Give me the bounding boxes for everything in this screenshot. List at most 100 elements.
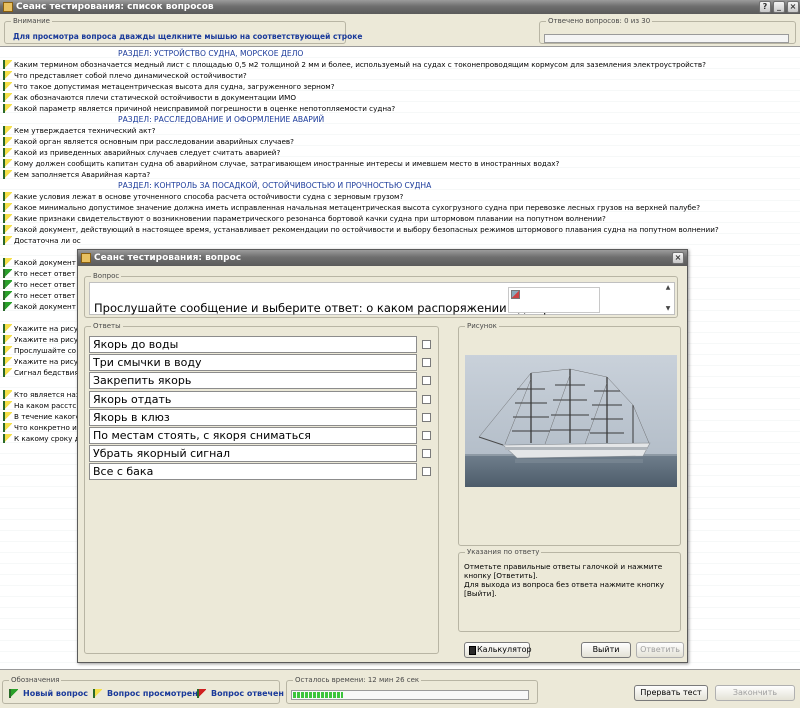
answer-text[interactable]: Якорь в клюз [89,408,417,426]
question-row-text: Что конкретно и [14,423,77,432]
question-box: Вопрос Прослушайте сообщение и выберите … [84,271,678,318]
question-row-text: Кем заполняется Аварийная карта? [14,170,151,179]
main-titlebar[interactable]: Сеанс тестирования: список вопросов ? _ … [0,0,800,14]
time-box: Осталось времени: 12 мин 26 сек [286,675,538,704]
question-row-text: Какой документ [14,302,76,311]
answer-option[interactable]: Якорь до воды [89,336,437,353]
green-flag-icon [3,269,12,278]
question-row[interactable]: Как обозначаются плечи статической остой… [0,92,800,103]
answer-text[interactable]: Якорь отдать [89,390,417,408]
question-row[interactable]: Какой параметр является причиной неиспра… [0,103,800,114]
calculator-icon [469,646,476,655]
answer-checkbox[interactable] [422,449,431,459]
question-row[interactable]: Какой орган является основным при рассле… [0,136,800,147]
question-row-text: К какому сроку д [14,434,80,443]
attention-box: Внимание Для просмотра вопроса дважды ще… [4,16,362,44]
hint-box: Указания по ответу Отметьте правильные о… [458,547,681,632]
answer-checkbox[interactable] [422,340,431,349]
yellow-flag-icon [93,689,102,698]
question-row-text: Кому должен сообщить капитан судна об ав… [14,159,560,168]
question-row-text: Какой орган является основным при рассле… [14,137,294,146]
calculator-label: Калькулятор [477,645,532,654]
answer-option[interactable]: Якорь отдать [89,390,437,408]
legend-answered-label: Вопрос отвечен [211,689,284,698]
question-legend: Вопрос [91,271,122,281]
legend-new: Новый вопрос [9,689,88,698]
green-flag-icon [3,291,12,300]
question-row[interactable]: Достаточна ли ос [0,235,800,246]
answer-text[interactable]: Три смычки в воду [89,354,417,372]
answer-option[interactable]: Якорь в клюз [89,408,437,426]
question-row[interactable]: Какие признаки свидетельствуют о возникн… [0,213,800,224]
help-icon[interactable]: ? [759,1,771,13]
legend-viewed: Вопрос просмотрен [93,689,198,698]
question-row[interactable]: Что представляет собой плечо динамическо… [0,70,800,81]
answer-text[interactable]: Убрать якорный сигнал [89,445,417,463]
question-row[interactable]: Что такое допустимая метацентрическая вы… [0,81,800,92]
question-row-text: Укажите на рису [14,357,78,366]
yellow-flag-icon [3,346,12,355]
exit-button[interactable]: Выйти [581,642,631,658]
green-flag-icon [3,280,12,289]
yellow-flag-icon [3,159,12,168]
question-media[interactable] [508,287,600,313]
answer-text[interactable]: По местам стоять, с якоря сниматься [89,427,417,444]
dialog-close-icon[interactable]: × [672,252,684,264]
hint-line: Для выхода из вопроса без ответа нажмите… [464,580,665,598]
question-row-text: Что представляет собой плечо динамическо… [14,71,247,80]
question-row-text: Что такое допустимая метацентрическая вы… [14,82,335,91]
answer-option[interactable]: Убрать якорный сигнал [89,445,437,463]
yellow-flag-icon [3,71,12,80]
yellow-flag-icon [3,60,12,69]
question-row[interactable]: Кому должен сообщить капитан судна об ав… [0,158,800,169]
calculator-button[interactable]: Калькулятор [464,642,532,658]
close-icon[interactable]: × [787,1,799,13]
answer-checkbox[interactable] [422,358,431,368]
scroll-down-icon[interactable]: ▼ [664,305,672,313]
attention-legend: Внимание [11,16,52,26]
answer-option[interactable]: Закрепить якорь [89,372,437,390]
answer-text[interactable]: Все с бака [89,463,417,481]
dialog-titlebar[interactable]: Сеанс тестирования: вопрос × [78,250,687,266]
question-text: Прослушайте сообщение и выберите ответ: … [94,301,578,315]
abort-test-button[interactable]: Прервать тест [634,685,708,701]
question-row[interactable]: Каким термином обозначается медный лист … [0,59,800,70]
question-row-text: Какой из приведенных аварийных случаев с… [14,148,281,157]
yellow-flag-icon [3,236,12,245]
scroll-up-icon[interactable]: ▲ [664,284,672,292]
hint-line: Отметьте правильные ответы галочкой и на… [464,562,663,580]
question-row[interactable]: Какие условия лежат в основе уточненного… [0,191,800,202]
answer-checkbox[interactable] [422,394,431,404]
question-row-text: Кто несет ответ [14,269,76,278]
question-row[interactable]: Какой документ, действующий в настоящее … [0,224,800,235]
green-flag-icon [9,689,18,698]
question-row[interactable]: Кем заполняется Аварийная карта? [0,169,800,180]
question-field: Прослушайте сообщение и выберите ответ: … [89,282,675,315]
yellow-flag-icon [3,170,12,179]
question-row-text: На каком расстс [14,401,77,410]
yellow-flag-icon [3,335,12,344]
dialog-title: Сеанс тестирования: вопрос [94,253,242,263]
question-row[interactable]: Какой из приведенных аварийных случаев с… [0,147,800,158]
answer-checkbox[interactable] [422,376,431,386]
yellow-flag-icon [3,324,12,333]
minimize-icon[interactable]: _ [773,1,785,13]
answered-box: Отвечено вопросов: 0 из 30 [539,16,796,44]
question-row[interactable]: Кем утверждается технический акт? [0,125,800,136]
answer-checkbox[interactable] [422,412,431,422]
answer-text[interactable]: Закрепить якорь [89,372,417,390]
question-row[interactable]: Какое минимально допустимое значение дол… [0,202,800,213]
answer-text[interactable]: Якорь до воды [89,336,417,353]
yellow-flag-icon [3,357,12,366]
yellow-flag-icon [3,214,12,223]
yellow-flag-icon [3,82,12,91]
answer-button[interactable]: Ответить [636,642,684,658]
answer-checkbox[interactable] [422,467,431,477]
yellow-flag-icon [3,368,12,377]
answer-option[interactable]: Три смычки в воду [89,354,437,372]
answer-checkbox[interactable] [422,431,431,440]
answer-option[interactable]: По местам стоять, с якоря сниматься [89,427,437,444]
question-row-text: Укажите на рису [14,324,78,333]
finish-button[interactable]: Закончить [715,685,795,701]
answer-option[interactable]: Все с бака [89,463,437,481]
